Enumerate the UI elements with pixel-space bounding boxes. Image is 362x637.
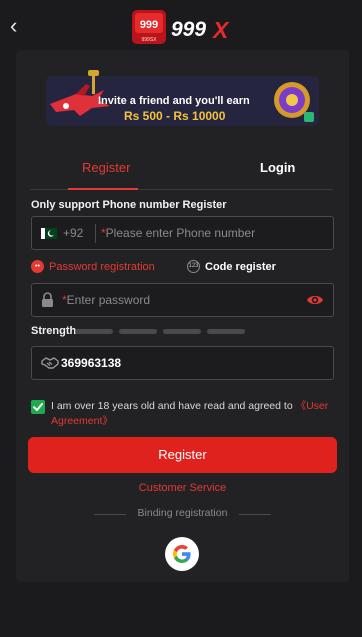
eye-icon[interactable]: [306, 293, 324, 307]
strength-bar: [119, 329, 157, 334]
svg-text:999: 999: [171, 18, 206, 41]
agreement-text: I am over 18 years old and have read and…: [51, 399, 334, 429]
phone-field[interactable]: +92 *Please enter Phone number: [31, 216, 334, 250]
code-mode-icon: 123: [187, 260, 200, 273]
tab-register[interactable]: Register: [82, 160, 130, 175]
password-registration-label: Password registration: [49, 260, 155, 273]
phone-input[interactable]: *Please enter Phone number: [101, 226, 255, 240]
code-register-option[interactable]: 123 Code register: [187, 260, 276, 273]
back-icon[interactable]: ‹: [10, 14, 30, 38]
strength-bar: [75, 329, 113, 334]
password-placeholder: Enter password: [66, 293, 151, 307]
referral-input[interactable]: 369963138: [61, 356, 121, 370]
password-mode-icon: ••: [31, 260, 44, 273]
agreement-row: I am over 18 years old and have read and…: [31, 399, 334, 429]
password-strength: Strength: [31, 325, 334, 337]
password-registration-option[interactable]: •• Password registration: [31, 260, 155, 273]
svg-text:Rs 500 - Rs 10000: Rs 500 - Rs 10000: [124, 109, 226, 123]
lock-icon: [42, 292, 53, 307]
agreement-statement: I am over 18 years old and have read and…: [51, 400, 293, 412]
phone-label: Only support Phone number Register: [31, 199, 227, 211]
svg-text:999SX: 999SX: [141, 37, 157, 43]
tab-login[interactable]: Login: [260, 160, 295, 175]
svg-text:Invite a friend and you'll ear: Invite a friend and you'll earn: [98, 95, 250, 107]
strength-bar: [207, 329, 245, 334]
referral-field[interactable]: 369963138: [31, 346, 334, 380]
password-input[interactable]: *Enter password: [62, 293, 150, 307]
handshake-icon: [41, 357, 59, 369]
strength-bar: [163, 329, 201, 334]
app-logo: 999 999SX 999 X: [132, 10, 230, 44]
agreement-checkbox[interactable]: [31, 400, 45, 414]
registration-mode-row: •• Password registration 123 Code regist…: [31, 260, 334, 276]
customer-service-link[interactable]: Customer Service: [16, 482, 349, 494]
field-divider: [95, 224, 96, 243]
google-icon: [173, 545, 191, 563]
binding-registration-divider: Binding registration: [16, 507, 349, 521]
binding-registration-label: Binding registration: [137, 507, 228, 519]
svg-text:X: X: [211, 17, 230, 43]
svg-text:999: 999: [140, 19, 158, 31]
google-login-button[interactable]: [165, 537, 199, 571]
pakistan-flag-icon: [41, 228, 57, 239]
top-bar: ‹ 999 999SX 999 X: [0, 0, 362, 52]
phone-placeholder: Please enter Phone number: [105, 226, 256, 240]
auth-tabs: Register Login: [30, 150, 333, 190]
password-field[interactable]: *Enter password: [31, 283, 334, 317]
active-tab-indicator: [68, 188, 138, 190]
register-button[interactable]: Register: [28, 437, 337, 473]
check-icon: [33, 403, 43, 411]
invite-banner[interactable]: Invite a friend and you'll earn Rs 500 -…: [46, 66, 319, 134]
strength-label: Strength: [31, 325, 77, 337]
country-code[interactable]: +92: [63, 226, 83, 240]
register-panel: Invite a friend and you'll earn Rs 500 -…: [16, 50, 349, 582]
code-register-label: Code register: [205, 260, 276, 273]
